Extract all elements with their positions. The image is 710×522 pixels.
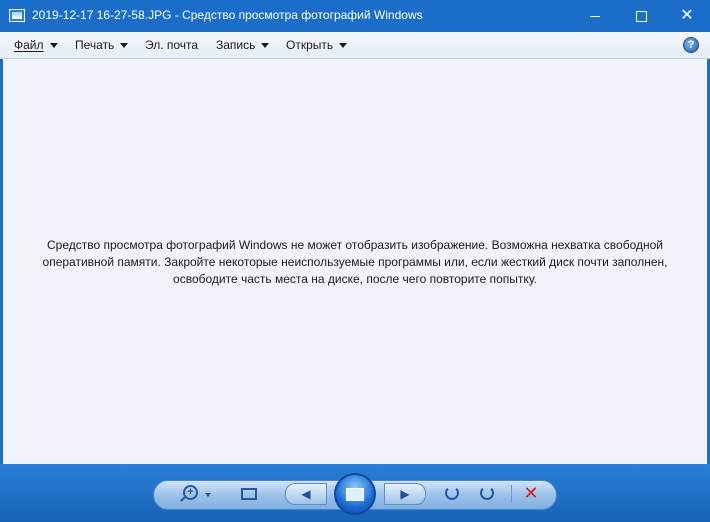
menu-email[interactable]: Эл. почта bbox=[145, 38, 198, 52]
menu-print-label: Печать bbox=[75, 38, 115, 52]
rotate-clockwise-icon[interactable] bbox=[480, 486, 494, 500]
close-button[interactable]: ✕ bbox=[664, 0, 710, 32]
help-icon[interactable]: ? bbox=[683, 37, 699, 53]
menu-print[interactable]: Печать bbox=[75, 38, 129, 52]
zoom-dropdown-icon[interactable] bbox=[205, 493, 211, 497]
divider bbox=[511, 485, 512, 503]
chevron-down-icon bbox=[120, 42, 129, 48]
menu-email-label: Эл. почта bbox=[145, 38, 199, 52]
slideshow-button[interactable] bbox=[334, 473, 376, 515]
maximize-icon bbox=[635, 10, 647, 22]
maximize-button[interactable] bbox=[618, 0, 664, 32]
previous-button[interactable]: ◀ bbox=[285, 483, 327, 505]
menu-open[interactable]: Открыть bbox=[286, 38, 348, 52]
menu-burn-label: Запись bbox=[216, 38, 256, 52]
error-message-line: оперативной памяти. Закройте некоторые н… bbox=[42, 255, 668, 269]
close-icon: ✕ bbox=[680, 7, 694, 24]
slideshow-icon bbox=[346, 487, 364, 501]
minimize-icon bbox=[590, 15, 600, 17]
chevron-down-icon bbox=[339, 42, 348, 48]
menu-open-label: Открыть bbox=[286, 38, 334, 52]
window-title: 2019-12-17 16-27-58.JPG - Средство просм… bbox=[32, 8, 423, 22]
error-message-line: Средство просмотра фотографий Windows не… bbox=[47, 238, 663, 252]
delete-icon[interactable]: ✕ bbox=[522, 484, 540, 502]
error-message-line: освободите часть места на диске, после ч… bbox=[173, 272, 537, 286]
minimize-button[interactable] bbox=[572, 0, 618, 32]
menu-file-label: Файл bbox=[14, 38, 44, 52]
chevron-down-icon bbox=[49, 42, 58, 48]
error-message: Средство просмотра фотографий Windows не… bbox=[3, 237, 707, 288]
title-bar: 2019-12-17 16-27-58.JPG - Средство просм… bbox=[0, 0, 710, 32]
rotate-counterclockwise-icon[interactable] bbox=[445, 486, 459, 500]
photo-viewer-app-icon[interactable] bbox=[9, 9, 25, 22]
next-icon: ▶ bbox=[400, 487, 410, 501]
image-display-area: Средство просмотра фотографий Windows не… bbox=[3, 59, 707, 464]
menu-file[interactable]: Файл bbox=[14, 38, 58, 52]
menu-bar: Файл Печать Эл. почта Запись Открыть bbox=[0, 32, 710, 59]
next-button[interactable]: ▶ bbox=[384, 483, 426, 505]
actual-size-icon[interactable] bbox=[241, 488, 257, 500]
previous-icon: ◀ bbox=[301, 487, 311, 501]
menu-burn[interactable]: Запись bbox=[216, 38, 270, 52]
chevron-down-icon bbox=[261, 42, 270, 48]
